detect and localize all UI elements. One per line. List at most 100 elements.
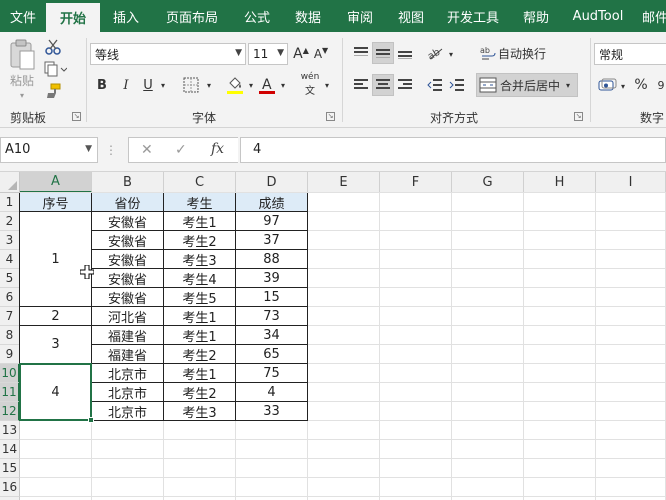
table-cell[interactable]: 4 xyxy=(236,383,308,402)
tab-view[interactable]: 视图 xyxy=(386,0,436,32)
tab-insert[interactable]: 插入 xyxy=(100,0,152,32)
tab-file[interactable]: 文件 xyxy=(0,0,46,32)
row-header-5[interactable]: 5 xyxy=(0,269,20,288)
orientation-icon[interactable]: ab xyxy=(424,42,446,64)
increase-indent-icon[interactable] xyxy=(446,74,468,96)
merged-index-cell[interactable]: 3 xyxy=(20,326,92,364)
merged-index-cell[interactable]: 2 xyxy=(20,307,92,326)
fill-color-icon[interactable] xyxy=(224,73,246,97)
merged-index-cell[interactable]: 1 xyxy=(20,212,92,307)
table-cell[interactable]: 安徽省 xyxy=(92,231,164,250)
align-center-icon[interactable] xyxy=(372,74,394,96)
orientation-dropdown-icon[interactable]: ▾ xyxy=(446,47,456,61)
table-cell[interactable]: 考生3 xyxy=(164,250,236,269)
table-cell[interactable]: 考生1 xyxy=(164,326,236,345)
row-header-9[interactable]: 9 xyxy=(0,345,20,364)
tab-data[interactable]: 数据 xyxy=(282,0,334,32)
align-left-icon[interactable] xyxy=(350,74,372,96)
column-header-b[interactable]: B xyxy=(92,172,164,193)
column-header-d[interactable]: D xyxy=(236,172,308,193)
tab-home[interactable]: 开始 xyxy=(46,3,100,32)
format-painter-icon[interactable] xyxy=(44,82,62,100)
tab-mailings[interactable]: 邮件 xyxy=(634,0,666,32)
table-cell[interactable]: 安徽省 xyxy=(92,212,164,231)
table-cell[interactable]: 33 xyxy=(236,402,308,421)
table-cell[interactable]: 73 xyxy=(236,307,308,326)
table-header-cell[interactable]: 考生 xyxy=(164,193,236,212)
decrease-font-size-button[interactable]: A ▼ xyxy=(312,44,330,64)
table-cell[interactable]: 考生1 xyxy=(164,364,236,383)
table-cell[interactable]: 福建省 xyxy=(92,326,164,345)
row-header-16[interactable]: 16 xyxy=(0,478,20,497)
bold-button[interactable]: B xyxy=(94,75,110,95)
wrap-text-icon[interactable]: ab xyxy=(478,42,498,64)
tab-help[interactable]: 帮助 xyxy=(510,0,562,32)
table-cell[interactable]: 考生3 xyxy=(164,402,236,421)
underline-button[interactable]: U xyxy=(140,75,156,95)
row-header-13[interactable]: 13 xyxy=(0,421,20,440)
row-header-12[interactable]: 12 xyxy=(0,402,20,421)
number-format-combobox[interactable]: 常规 xyxy=(594,43,666,65)
align-top-icon[interactable] xyxy=(350,42,372,64)
insert-function-icon[interactable]: fx xyxy=(211,141,224,157)
column-header-h[interactable]: H xyxy=(524,172,596,193)
increase-font-size-button[interactable]: A ▲ xyxy=(292,44,310,64)
column-header-a[interactable]: A xyxy=(20,172,92,193)
tab-review[interactable]: 审阅 xyxy=(334,0,386,32)
clipboard-launcher-icon[interactable]: ↘ xyxy=(72,112,81,121)
align-bottom-icon[interactable] xyxy=(394,42,416,64)
table-cell[interactable]: 34 xyxy=(236,326,308,345)
cancel-icon[interactable]: ✕ xyxy=(141,142,153,158)
worksheet-grid[interactable]: ABCDEFGHI1234567891011121314151617 序号省份考… xyxy=(0,172,666,500)
row-header-8[interactable]: 8 xyxy=(0,326,20,345)
underline-dropdown-icon[interactable]: ▾ xyxy=(158,77,168,93)
row-header-1[interactable]: 1 xyxy=(0,193,20,212)
table-cell[interactable]: 65 xyxy=(236,345,308,364)
row-header-11[interactable]: 11 xyxy=(0,383,20,402)
table-cell[interactable]: 考生5 xyxy=(164,288,236,307)
paste-button[interactable]: 粘贴 xyxy=(4,72,40,88)
italic-button[interactable]: I xyxy=(118,75,134,95)
table-cell[interactable]: 北京市 xyxy=(92,364,164,383)
table-cell[interactable]: 福建省 xyxy=(92,345,164,364)
row-header-10[interactable]: 10 xyxy=(0,364,20,383)
table-cell[interactable]: 15 xyxy=(236,288,308,307)
formula-bar-grip-icon[interactable]: ⋮ xyxy=(105,141,117,159)
table-cell[interactable]: 97 xyxy=(236,212,308,231)
row-header-3[interactable]: 3 xyxy=(0,231,20,250)
tab-page-layout[interactable]: 页面布局 xyxy=(152,0,232,32)
fill-color-dropdown-icon[interactable]: ▾ xyxy=(246,77,256,93)
table-cell[interactable]: 河北省 xyxy=(92,307,164,326)
font-launcher-icon[interactable]: ↘ xyxy=(326,112,335,121)
enter-icon[interactable]: ✓ xyxy=(175,142,187,158)
table-cell[interactable]: 考生2 xyxy=(164,231,236,250)
row-header-2[interactable]: 2 xyxy=(0,212,20,231)
merged-index-cell[interactable]: 4 xyxy=(20,364,92,421)
table-cell[interactable]: 北京市 xyxy=(92,402,164,421)
comma-style-icon[interactable]: 9 xyxy=(654,74,666,96)
table-cell[interactable]: 北京市 xyxy=(92,383,164,402)
column-header-f[interactable]: F xyxy=(380,172,452,193)
table-cell[interactable]: 安徽省 xyxy=(92,288,164,307)
copy-icon[interactable] xyxy=(42,60,68,78)
align-middle-icon[interactable] xyxy=(372,42,394,64)
table-cell[interactable]: 考生1 xyxy=(164,212,236,231)
table-cell[interactable]: 88 xyxy=(236,250,308,269)
column-header-e[interactable]: E xyxy=(308,172,380,193)
table-cell[interactable]: 安徽省 xyxy=(92,250,164,269)
row-header-14[interactable]: 14 xyxy=(0,440,20,459)
table-cell[interactable]: 考生2 xyxy=(164,345,236,364)
alignment-launcher-icon[interactable]: ↘ xyxy=(574,112,583,121)
paste-icon[interactable] xyxy=(6,38,38,72)
table-cell[interactable]: 37 xyxy=(236,231,308,250)
row-header-7[interactable]: 7 xyxy=(0,307,20,326)
decrease-indent-icon[interactable] xyxy=(424,74,446,96)
font-name-combobox[interactable]: 等线 ▼ xyxy=(90,43,246,65)
table-cell[interactable]: 考生4 xyxy=(164,269,236,288)
table-cell[interactable]: 考生1 xyxy=(164,307,236,326)
table-cell[interactable]: 75 xyxy=(236,364,308,383)
merge-center-button[interactable]: 合并后居中 ▾ xyxy=(476,73,578,97)
row-header-15[interactable]: 15 xyxy=(0,459,20,478)
name-box[interactable]: A10 ▼ xyxy=(0,137,98,163)
select-all-corner[interactable] xyxy=(0,172,20,193)
